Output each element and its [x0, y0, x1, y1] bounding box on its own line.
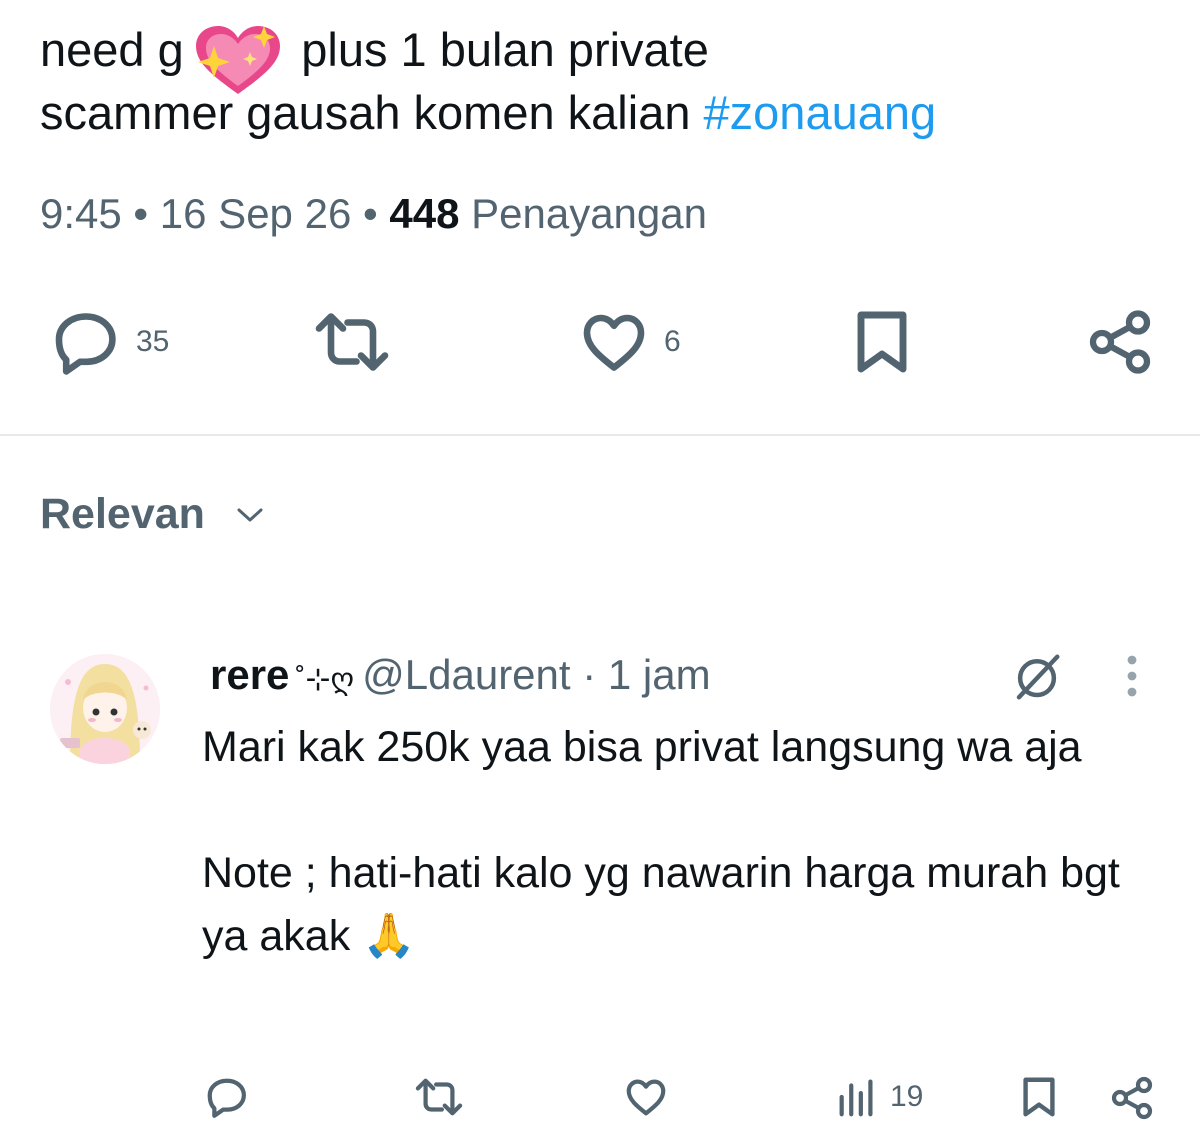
sort-label: Relevan [40, 490, 205, 538]
tweet-meta: 9:45 • 16 Sep 26 • 448 Penayangan [40, 188, 707, 240]
heart-icon [583, 314, 645, 371]
reply-button[interactable]: 35 [50, 306, 169, 378]
avatar-image [50, 654, 160, 764]
tweet-line-2-text: scammer gausah komen kalian [40, 86, 704, 139]
heart-icon [626, 1079, 666, 1116]
reply-paragraph-1: Mari kak 250k yaa bisa privat langsung w… [202, 723, 1082, 771]
views-label: Penayangan [459, 190, 707, 237]
meta-separator: • [121, 190, 160, 237]
grok-icon[interactable] [1010, 650, 1064, 704]
reply-reply-button[interactable] [204, 1074, 250, 1120]
reply-count: 35 [136, 325, 170, 358]
reply-display-name[interactable]: rere [210, 651, 289, 698]
reply-views-count: 19 [890, 1080, 924, 1113]
views-count: 448 [389, 190, 460, 237]
sparkling-heart-emoji [196, 26, 280, 94]
share-icon [1089, 310, 1151, 374]
retweet-icon [315, 313, 389, 371]
reply-time: 1 jam [607, 651, 711, 698]
share-button[interactable] [1084, 306, 1156, 378]
more-vertical-icon[interactable] [1112, 652, 1152, 700]
share-icon [1111, 1076, 1153, 1120]
meta-separator: • [351, 190, 390, 237]
bookmark-icon [857, 311, 907, 373]
reply-like-button[interactable] [622, 1074, 670, 1120]
avatar[interactable] [50, 654, 160, 764]
tweet-time: 9:45 [40, 190, 122, 237]
reply-icon [207, 1078, 246, 1118]
retweet-button[interactable] [310, 306, 394, 378]
hashtag-link[interactable]: #zonauang [704, 86, 937, 139]
reply-bookmark-button[interactable] [1016, 1074, 1062, 1120]
reply-sort-dropdown[interactable]: Relevan [40, 490, 265, 539]
reply-icon [55, 313, 116, 375]
reply-retweet-button[interactable] [412, 1074, 466, 1120]
chevron-down-icon [237, 508, 263, 521]
retweet-icon [415, 1078, 463, 1116]
views-chart-icon [839, 1079, 873, 1117]
reply-name-decoration: ˚⊹ღ [295, 663, 355, 696]
tweet-actions: 35 6 [0, 300, 1200, 390]
reply-paragraph-2: Note ; hati-hati kalo yg nawarin harga m… [202, 849, 1120, 960]
bookmark-button[interactable] [846, 306, 918, 378]
like-count: 6 [664, 325, 681, 358]
reply-handle[interactable]: @Ldaurent [362, 651, 570, 698]
reply-separator: · [570, 651, 608, 698]
reply-header: rere ˚⊹ღ @Ldaurent · 1 jam [210, 648, 711, 707]
divider [0, 434, 1200, 436]
like-button[interactable]: 6 [578, 306, 681, 378]
bookmark-icon [1023, 1077, 1055, 1117]
reply-share-button[interactable] [1108, 1074, 1156, 1122]
reply-text: Mari kak 250k yaa bisa privat langsung w… [202, 716, 1162, 968]
reply-views-button[interactable]: 19 [834, 1074, 923, 1120]
tweet-date: 16 Sep 26 [159, 190, 352, 237]
